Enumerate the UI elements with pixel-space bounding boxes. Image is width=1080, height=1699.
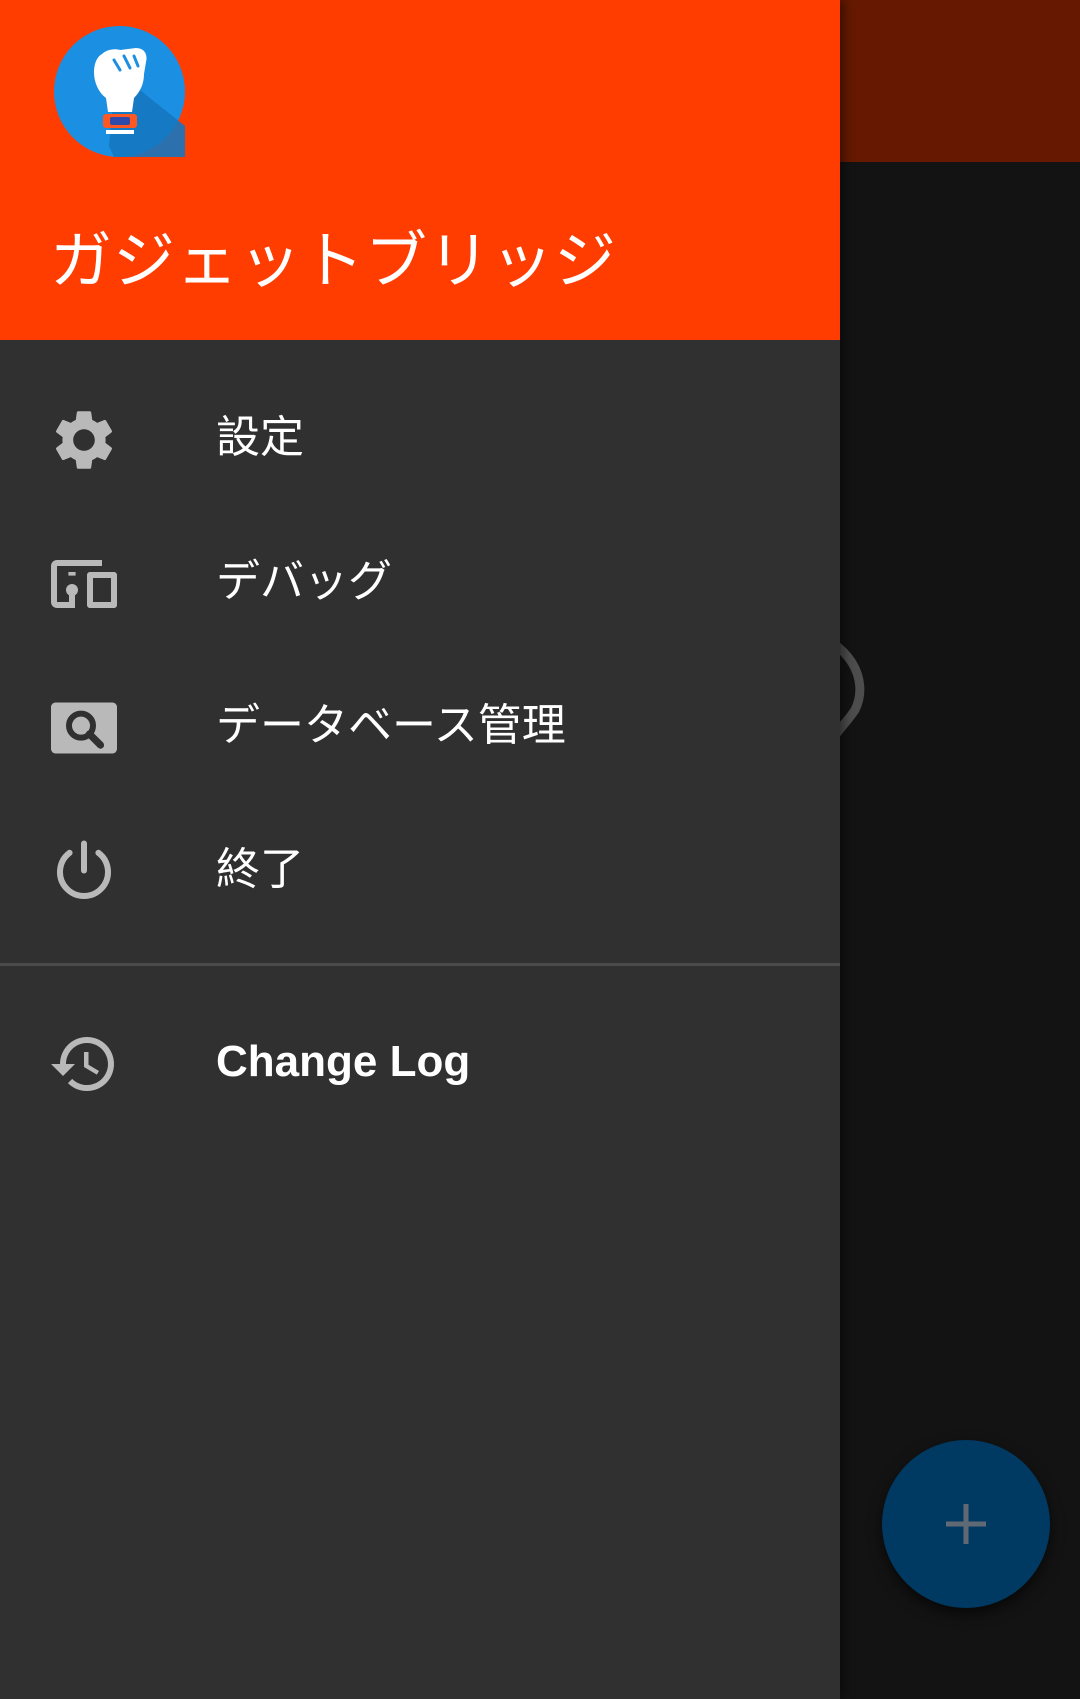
menu-divider: [0, 963, 840, 966]
history-icon: [51, 1037, 114, 1091]
app-name-title: ガジェットブリッジ: [50, 224, 618, 297]
add-device-fab[interactable]: [882, 1440, 1050, 1608]
image-search-icon: [51, 702, 117, 754]
power-icon: [57, 840, 111, 899]
navigation-drawer: ガジェットブリッジ 設定 デバッグ データベース管理 終了 Change Log: [0, 0, 840, 1699]
drawer-secondary-menu: Change Log: [0, 988, 840, 1132]
menu-item-label: Change Log: [216, 1037, 471, 1086]
menu-item-label: デバッグ: [216, 556, 392, 607]
drawer-header: ガジェットブリッジ: [0, 0, 840, 340]
menu-item-database-management[interactable]: データベース管理: [0, 652, 840, 796]
menu-item-label: 終了: [216, 844, 304, 895]
raised-fist-icon: [54, 26, 185, 157]
gear-icon: [55, 411, 113, 469]
menu-item-label: 設定: [216, 412, 304, 463]
devices-icon: [51, 560, 117, 608]
drawer-menu: 設定 デバッグ データベース管理 終了: [0, 364, 840, 940]
menu-item-quit[interactable]: 終了: [0, 796, 840, 940]
menu-item-change-log[interactable]: Change Log: [0, 988, 840, 1132]
menu-item-label: データベース管理: [216, 700, 566, 751]
plus-icon: [946, 1504, 986, 1544]
menu-item-debug[interactable]: デバッグ: [0, 508, 840, 652]
menu-item-settings[interactable]: 設定: [0, 364, 840, 508]
